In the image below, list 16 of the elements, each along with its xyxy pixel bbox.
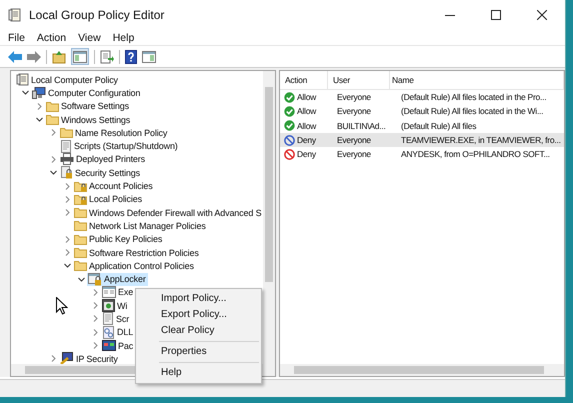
rule-action: Deny [297,135,316,146]
rule-user: Everyone [336,106,372,116]
rule-name: (Default Rule) All files [400,120,478,131]
rule-action: Allow [297,92,316,102]
rule-user: BUILTIN\Ad... [336,120,387,131]
rule-name: (Default Rule) All files located in the Wi... [400,106,544,116]
window-title: Local Group Policy Editor [29,8,166,22]
rule-action: Allow [297,120,316,131]
rule-name: (Default Rule) All files located in the Pro... [400,92,548,102]
rule-user: Everyone [336,135,372,146]
rule-action: Deny [297,149,316,160]
rule-user: Everyone [336,149,372,160]
rule-name: ANYDESK, from O=PHILANDRO SOFT... [400,149,551,160]
rule-action: Allow [297,106,316,116]
rule-name: TEAMVIEWER.EXE, in TEAMVIEWER, fro... [400,135,562,146]
rule-user: Everyone [336,92,372,102]
